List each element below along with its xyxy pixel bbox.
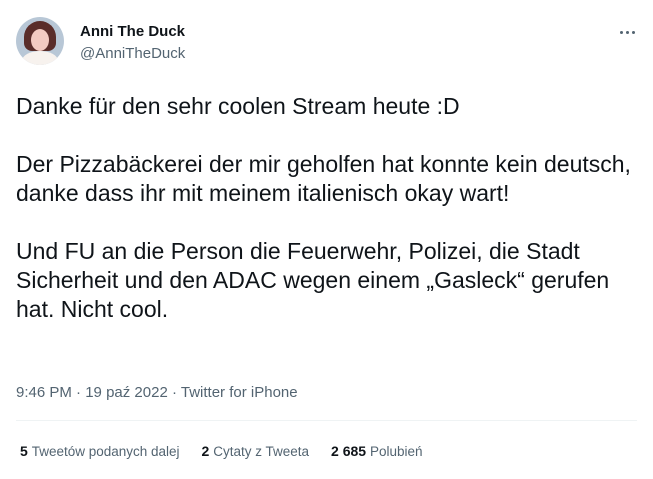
divider (16, 420, 637, 421)
retweets-label: Tweetów podanych dalej (31, 444, 180, 459)
tweet-time-link[interactable]: 9:46 PM · 19 paź 2022 (16, 384, 168, 401)
tweet-source-link[interactable]: Twitter for iPhone (181, 384, 298, 401)
more-options-button[interactable] (612, 22, 642, 42)
avatar-face (31, 29, 49, 51)
ellipsis-icon (619, 30, 623, 34)
likes-label: Polubień (369, 444, 423, 459)
tweet-text: Danke für den sehr coolen Stream heute :… (16, 93, 631, 322)
likes-count: 2 685 (331, 443, 367, 459)
avatar-body (22, 51, 58, 65)
retweets-count: 5 (20, 443, 28, 459)
author-handle[interactable]: @AnniTheDuck (80, 45, 185, 62)
ellipsis-icon (625, 30, 629, 34)
tweet-meta: 9:46 PM · 19 paź 2022 · Twitter for iPho… (16, 384, 298, 401)
meta-separator: · (171, 384, 177, 401)
quotes-count: 2 (201, 443, 210, 459)
tweet-time: 9:46 PM (16, 384, 72, 401)
author-display-name[interactable]: Anni The Duck (80, 23, 185, 40)
avatar[interactable] (16, 17, 64, 65)
tweet: Anni The Duck @AnniTheDuck Danke für den… (0, 0, 653, 479)
meta-separator: · (76, 384, 82, 401)
quotes-label: Cytaty z Tweeta (213, 444, 310, 459)
ellipsis-icon (631, 30, 635, 34)
quotes-stat[interactable]: 2 Cytaty z Tweeta (202, 443, 309, 459)
tweet-date: 19 paź 2022 (85, 384, 168, 401)
retweets-stat[interactable]: 5 Tweetów podanych dalej (20, 443, 180, 459)
likes-stat[interactable]: 2 685 Polubień (331, 443, 422, 459)
tweet-stats: 5 Tweetów podanych dalej 2 Cytaty z Twee… (20, 443, 423, 459)
